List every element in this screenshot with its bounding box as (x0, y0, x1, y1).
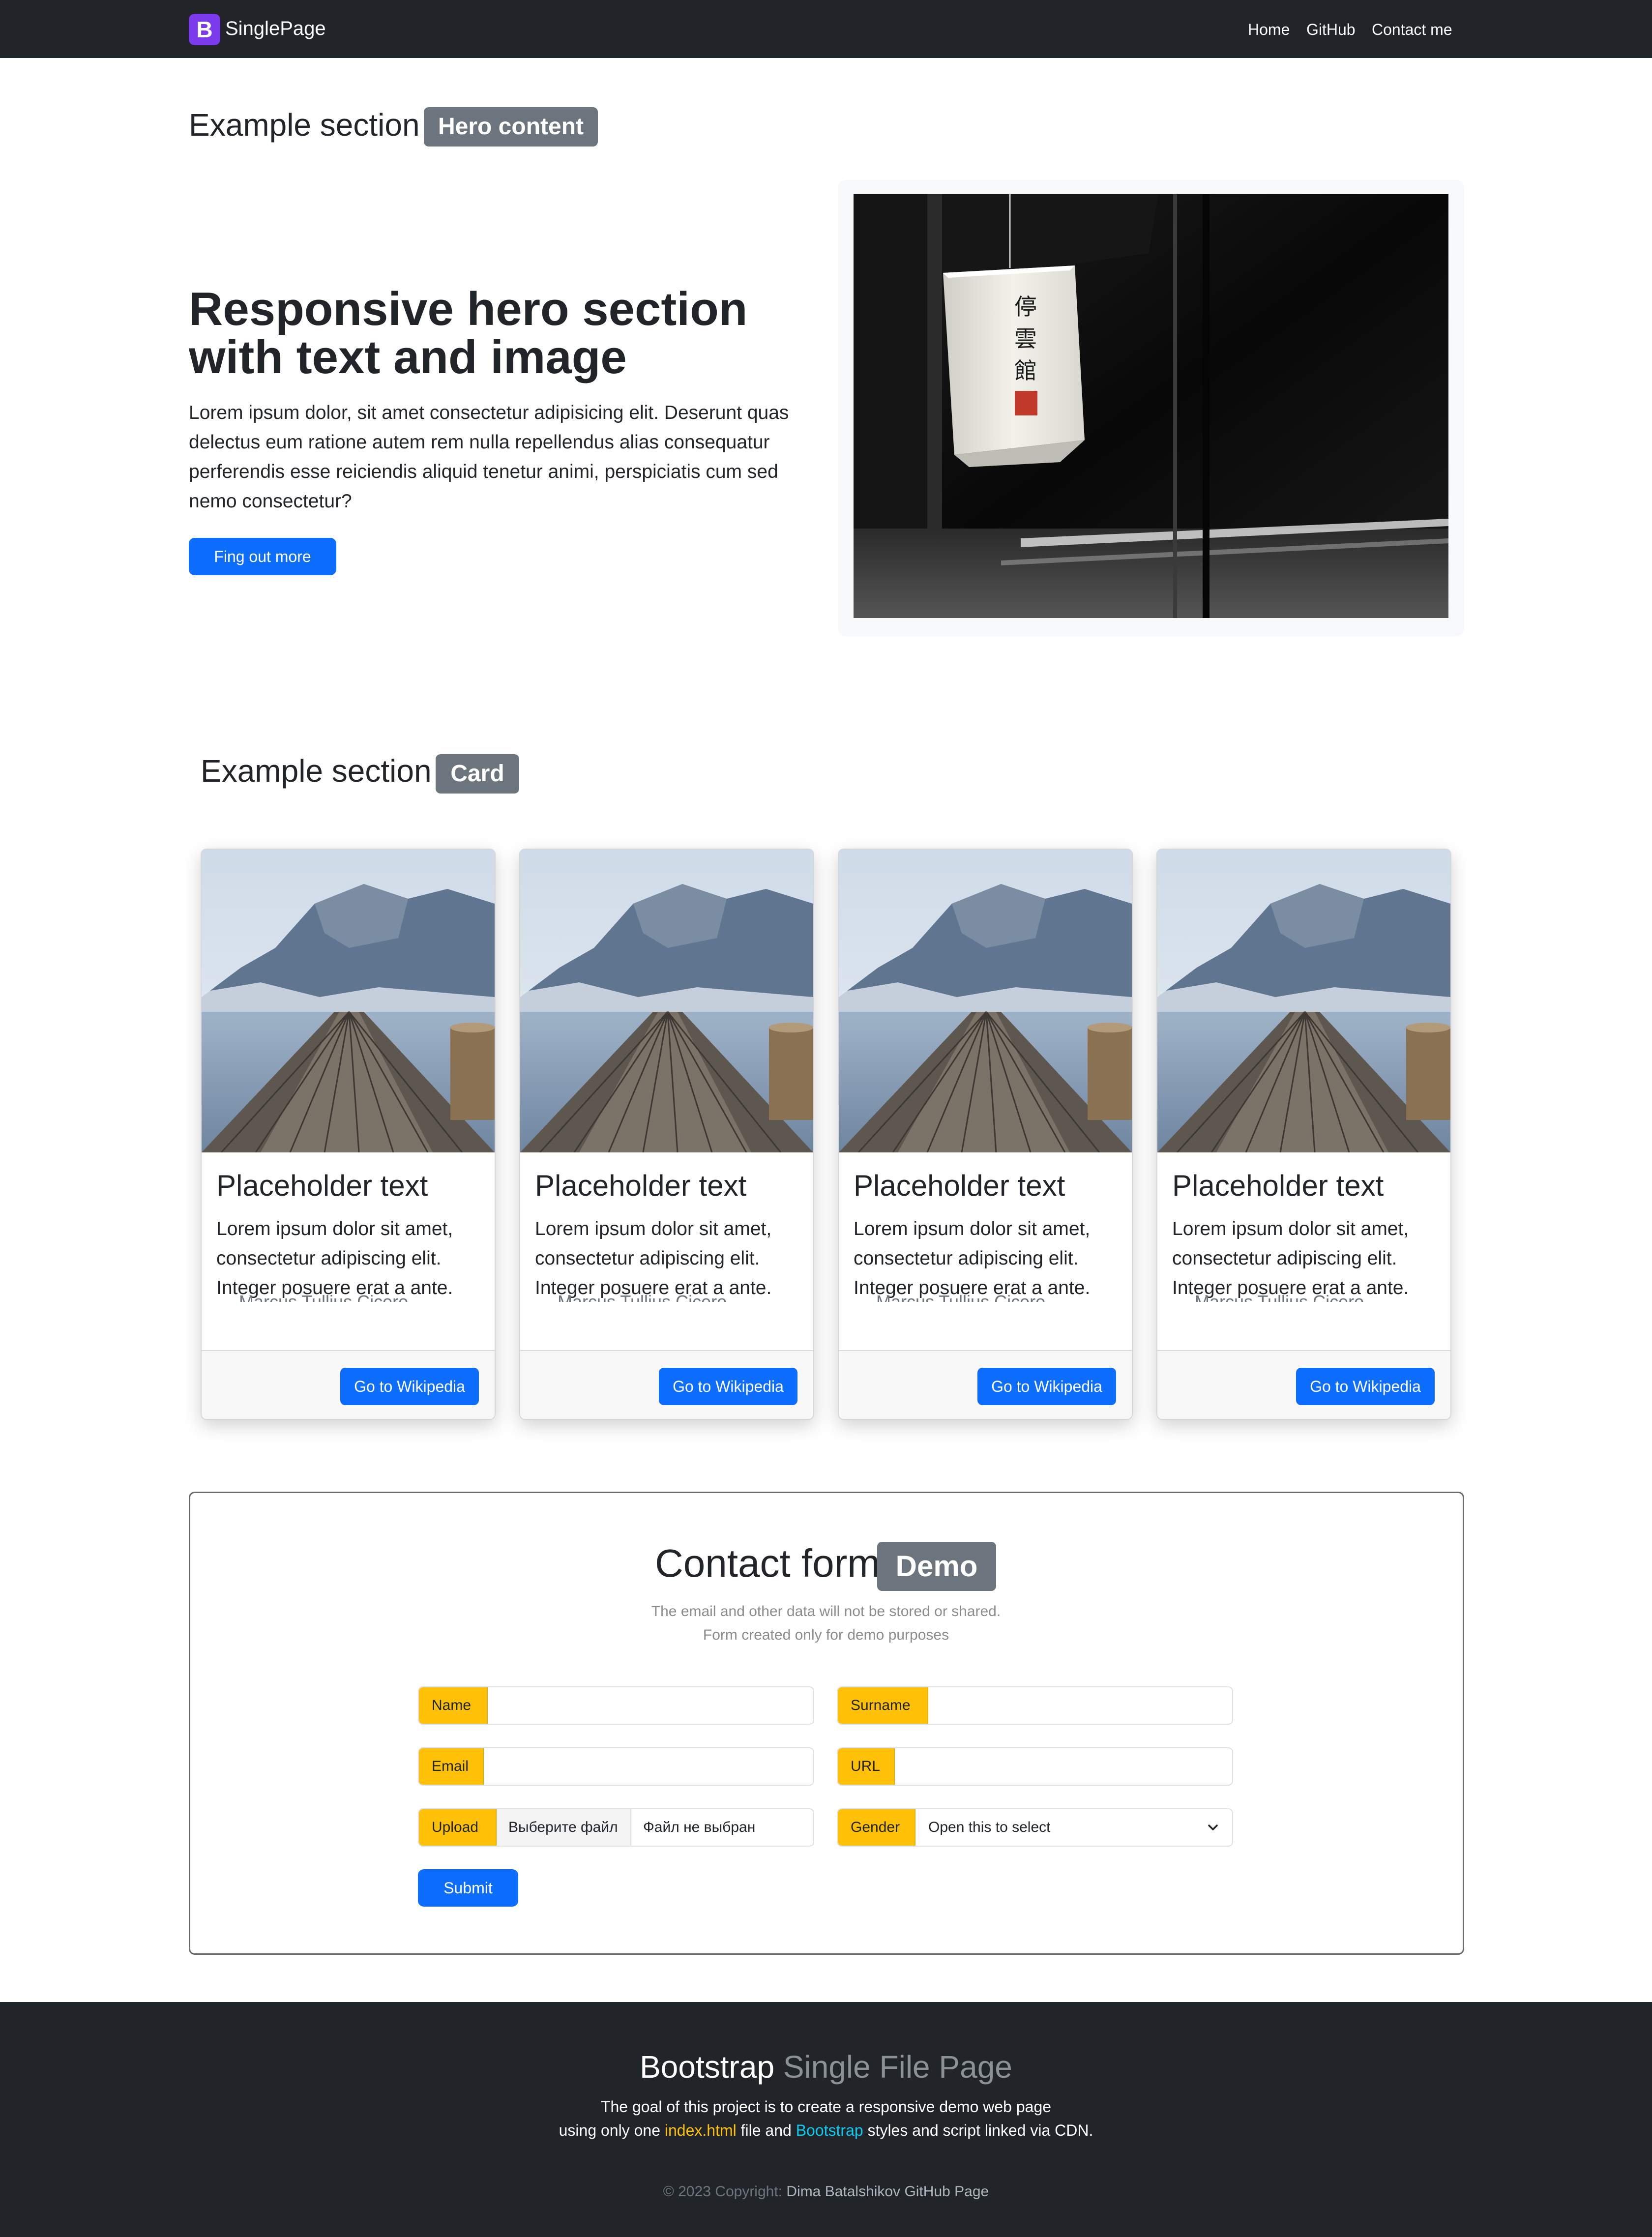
name-label: Name (419, 1687, 488, 1724)
footer-title-muted: Single File Page (783, 2049, 1012, 2085)
chevron-down-icon[interactable] (1206, 1820, 1220, 1835)
card-footer: Go to Wikipedia (839, 1350, 1132, 1419)
lantern-photo: 停 雲 館 (854, 194, 1448, 618)
brand-name[interactable]: SinglePage (225, 16, 326, 41)
card-citation: — Marcus Tullius Cicero (535, 1292, 727, 1302)
card-image (520, 850, 813, 1153)
card-image (202, 850, 495, 1153)
card: Placeholder text Lorem ipsum dolor sit a… (201, 849, 496, 1420)
card-text: Lorem ipsum dolor sit amet, consectetur … (1172, 1218, 1409, 1298)
gender-input-group: Gender Open this to select (837, 1808, 1233, 1847)
card: Placeholder text Lorem ipsum dolor sit a… (519, 849, 814, 1420)
card-footer: Go to Wikipedia (1157, 1350, 1450, 1419)
card-text: Lorem ipsum dolor sit amet, consectetur … (535, 1218, 772, 1298)
contact-form-title: Contact form (655, 1541, 880, 1585)
card-title: Placeholder text (216, 1169, 428, 1202)
bootstrap-link[interactable]: Bootstrap (796, 2121, 863, 2139)
card-image (839, 850, 1132, 1153)
lake-pier-photo (202, 850, 495, 1153)
go-to-wikipedia-button[interactable]: Go to Wikipedia (340, 1368, 479, 1405)
name-input-group: Name (418, 1686, 814, 1725)
svg-text:館: 館 (1014, 357, 1037, 384)
file-status: Файл не выбран (643, 1819, 756, 1835)
email-input-group: Email (418, 1747, 814, 1786)
card: Placeholder text Lorem ipsum dolor sit a… (838, 849, 1133, 1420)
card-section-title: Example section (201, 753, 432, 789)
footer-line1: The goal of this project is to create a … (600, 2098, 1052, 2116)
upload-label: Upload (419, 1809, 497, 1846)
gender-label: Gender (838, 1809, 915, 1846)
navbar: B SinglePage Home GitHub Contact me (0, 0, 1652, 58)
footer-title-main: Bootstrap (640, 2049, 775, 2085)
submit-button[interactable]: Submit (418, 1869, 518, 1907)
go-to-wikipedia-button[interactable]: Go to Wikipedia (977, 1368, 1116, 1405)
card-text: Lorem ipsum dolor sit amet, consectetur … (854, 1218, 1091, 1298)
lake-pier-photo (839, 850, 1132, 1153)
card-footer: Go to Wikipedia (202, 1350, 495, 1419)
find-out-more-button[interactable]: Fing out more (189, 538, 336, 575)
github-page-link[interactable]: Dima Batalshikov GitHub Page (786, 2183, 989, 2200)
svg-text:停: 停 (1014, 294, 1037, 320)
nav-link-contact[interactable]: Contact me (1372, 20, 1452, 39)
card-text: Lorem ipsum dolor sit amet, consectetur … (216, 1218, 453, 1298)
surname-field[interactable] (928, 1687, 1232, 1724)
footer-line2-c: styles and script linked via CDN. (867, 2121, 1093, 2139)
go-to-wikipedia-button[interactable]: Go to Wikipedia (1296, 1368, 1435, 1405)
card-citation: — Marcus Tullius Cicero (216, 1292, 408, 1302)
name-field[interactable] (488, 1687, 813, 1724)
url-field[interactable] (895, 1748, 1232, 1785)
url-label: URL (838, 1748, 895, 1785)
footer-line2-a: using only one (559, 2121, 660, 2139)
contact-form-badge: Demo (877, 1542, 996, 1591)
upload-input-group: Upload Выберите файл Файл не выбран (418, 1808, 814, 1847)
footer-copyright: © 2023 Copyright: Dima Batalshikov GitHu… (0, 2182, 1652, 2202)
lake-pier-photo (520, 850, 813, 1153)
brand-logo[interactable]: B (189, 14, 220, 45)
form-note-line2: Form created only for demo purposes (703, 1627, 949, 1643)
card-title: Placeholder text (535, 1169, 747, 1202)
index-html-link[interactable]: index.html (665, 2121, 737, 2139)
svg-text:雲: 雲 (1014, 325, 1037, 352)
copyright-text: © 2023 Copyright: (663, 2183, 783, 2200)
card-citation: — Marcus Tullius Cicero (854, 1292, 1045, 1302)
form-note-line1: The email and other data will not be sto… (651, 1603, 1001, 1619)
surname-input-group: Surname (837, 1686, 1233, 1725)
card-image (1157, 850, 1450, 1153)
url-input-group: URL (837, 1747, 1233, 1786)
footer-line2-b: file and (740, 2121, 792, 2139)
card-title: Placeholder text (854, 1169, 1065, 1202)
email-label: Email (419, 1748, 484, 1785)
lake-pier-photo (1157, 850, 1450, 1153)
surname-label: Surname (838, 1687, 928, 1724)
nav-link-home[interactable]: Home (1248, 20, 1290, 39)
card-citation: — Marcus Tullius Cicero (1172, 1292, 1364, 1302)
footer-title: Bootstrap Single File Page (0, 2047, 1652, 2087)
hero-image: 停 雲 館 (854, 194, 1448, 618)
card-section-badge: Card (436, 754, 519, 794)
go-to-wikipedia-button[interactable]: Go to Wikipedia (659, 1368, 797, 1405)
card-footer: Go to Wikipedia (520, 1350, 813, 1419)
nav-link-github[interactable]: GitHub (1306, 20, 1356, 39)
card-title: Placeholder text (1172, 1169, 1384, 1202)
gender-select[interactable]: Open this to select (928, 1809, 1204, 1846)
hero-heading: Responsive hero section with text and im… (189, 283, 748, 383)
choose-file-button[interactable]: Выберите файл (497, 1809, 631, 1846)
hero-text: Lorem ipsum dolor, sit amet consectetur … (189, 402, 789, 512)
card: Placeholder text Lorem ipsum dolor sit a… (1156, 849, 1451, 1420)
hero-section-title: Example section (189, 107, 420, 143)
email-field[interactable] (484, 1748, 813, 1785)
footer-line2: using only one index.html file and Boots… (0, 2119, 1652, 2142)
hero-section-badge: Hero content (424, 107, 598, 147)
